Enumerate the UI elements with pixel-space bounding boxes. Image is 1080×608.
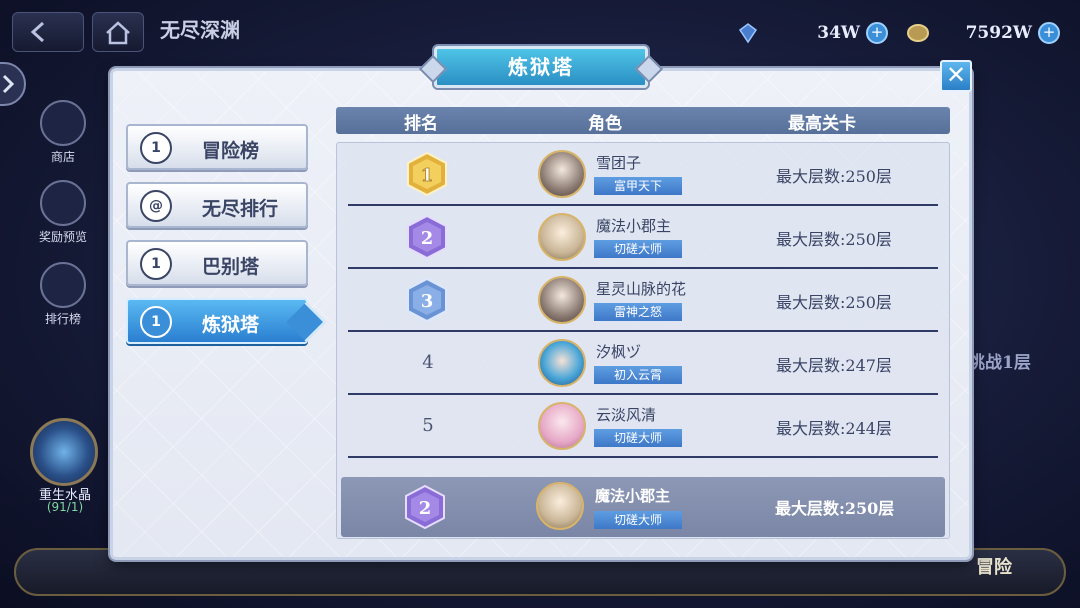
shop-icon bbox=[40, 100, 86, 146]
crystal-icon[interactable] bbox=[30, 418, 98, 486]
sidebar-item-shop[interactable]: 商店 bbox=[36, 100, 90, 165]
panel-title: 炼狱塔 bbox=[434, 46, 648, 88]
home-button[interactable] bbox=[92, 12, 144, 52]
back-button[interactable] bbox=[12, 12, 84, 52]
player-title-badge: 雷神之怒 bbox=[594, 303, 682, 321]
table-row[interactable]: 5 云淡风清 切磋大师 最大层数:244层 bbox=[348, 395, 938, 458]
player-title-badge: 富甲天下 bbox=[594, 177, 682, 195]
svg-text:2: 2 bbox=[419, 498, 432, 519]
tab-label: 无尽排行 bbox=[202, 198, 279, 220]
tab-adventure-rank[interactable]: 1 冒险榜 bbox=[126, 124, 308, 170]
leaderboard-icon bbox=[40, 262, 86, 308]
tab-endless-rank[interactable]: @ 无尽排行 bbox=[126, 182, 308, 228]
avatar[interactable] bbox=[538, 276, 586, 324]
crystal-count: (91/1) bbox=[46, 500, 84, 514]
my-rank-row: 2 魔法小郡主 切磋大师 最大层数:250层 bbox=[341, 477, 945, 537]
reward-preview-icon bbox=[40, 180, 86, 226]
purple-rank-badge-icon: 2 bbox=[405, 484, 445, 530]
rank-tab-icon: 1 bbox=[140, 132, 172, 164]
sidebar-item-leaderboard[interactable]: 排行榜 bbox=[36, 262, 90, 327]
challenge-hint: 挑战1层 bbox=[968, 353, 1031, 373]
player-name: 云淡风清 bbox=[596, 406, 657, 424]
avatar[interactable] bbox=[538, 150, 586, 198]
player-title-badge: 初入云霄 bbox=[594, 366, 682, 384]
max-floor: 最大层数:247层 bbox=[776, 356, 892, 375]
tab-label: 巴别塔 bbox=[202, 256, 260, 278]
table-row[interactable]: 2 魔法小郡主 切磋大师 最大层数:250层 bbox=[348, 206, 938, 269]
add-gem-button[interactable]: + bbox=[866, 22, 888, 44]
table-row[interactable]: 4 汐枫ヅ 初入云霄 最大层数:247层 bbox=[348, 332, 938, 395]
gem-amount: 34W bbox=[817, 23, 860, 43]
player-name: 星灵山脉的花 bbox=[596, 280, 687, 298]
max-floor: 最大层数:250层 bbox=[776, 167, 892, 186]
tab-purgatory-tower[interactable]: 1 炼狱塔 bbox=[126, 298, 308, 344]
player-name: 魔法小郡主 bbox=[596, 217, 672, 235]
player-title-badge: 切磋大师 bbox=[594, 240, 682, 258]
page-title: 无尽深渊 bbox=[160, 18, 240, 42]
avatar[interactable] bbox=[536, 482, 584, 530]
currency-gem: 34W + bbox=[736, 20, 888, 46]
player-name: 魔法小郡主 bbox=[595, 487, 671, 505]
home-icon bbox=[106, 21, 130, 45]
avatar[interactable] bbox=[538, 339, 586, 387]
rank-tab-icon: 1 bbox=[140, 248, 172, 280]
purple-rank-badge-icon: 2 bbox=[407, 214, 447, 260]
svg-text:1: 1 bbox=[421, 165, 434, 186]
column-header-character: 角色 bbox=[588, 114, 622, 134]
avatar[interactable] bbox=[538, 213, 586, 261]
svg-text:3: 3 bbox=[421, 291, 434, 312]
chevron-right-icon bbox=[2, 74, 15, 94]
avatar[interactable] bbox=[538, 402, 586, 450]
player-name: 汐枫ヅ bbox=[596, 343, 642, 361]
sidebar-label: 排行榜 bbox=[44, 312, 81, 326]
player-title-badge: 切磋大师 bbox=[594, 429, 682, 447]
svg-text:2: 2 bbox=[421, 228, 434, 249]
tab-label: 冒险榜 bbox=[202, 140, 260, 162]
max-floor: 最大层数:244层 bbox=[776, 419, 892, 438]
currency-coin: 7592W + bbox=[906, 20, 1060, 46]
gold-rank-badge-icon: 1 bbox=[407, 151, 447, 197]
tab-label: 炼狱塔 bbox=[202, 314, 260, 336]
add-coin-button[interactable]: + bbox=[1038, 22, 1060, 44]
player-title-badge: 切磋大师 bbox=[594, 511, 682, 529]
coin-icon bbox=[907, 24, 929, 42]
column-header-rank: 排名 bbox=[404, 114, 438, 134]
sidebar-label: 商店 bbox=[50, 150, 75, 164]
table-row[interactable]: 3 星灵山脉的花 雷神之怒 最大层数:250层 bbox=[348, 269, 938, 332]
blue-rank-badge-icon: 3 bbox=[407, 277, 447, 323]
max-floor: 最大层数:250层 bbox=[775, 499, 895, 518]
swirl-icon: @ bbox=[140, 190, 172, 222]
coin-amount: 7592W bbox=[965, 23, 1032, 43]
sidebar-label: 奖励预览 bbox=[38, 230, 87, 244]
back-arrow-icon bbox=[30, 21, 45, 43]
player-name: 雪团子 bbox=[596, 154, 642, 172]
adventure-nav-button[interactable]: 冒险 bbox=[976, 553, 1012, 579]
close-icon: ✕ bbox=[945, 61, 967, 89]
sidebar-item-reward-preview[interactable]: 奖励预览 bbox=[36, 180, 90, 245]
table-row[interactable]: 1 雪团子 富甲天下 最大层数:250层 bbox=[348, 143, 938, 206]
table-header: 排名 角色 最高关卡 bbox=[336, 107, 950, 134]
rank-number: 4 bbox=[422, 352, 434, 373]
column-header-highest-level: 最高关卡 bbox=[788, 114, 856, 134]
max-floor: 最大层数:250层 bbox=[776, 230, 892, 249]
max-floor: 最大层数:250层 bbox=[776, 293, 892, 312]
close-button[interactable]: ✕ bbox=[940, 60, 972, 92]
tab-babel-tower[interactable]: 1 巴别塔 bbox=[126, 240, 308, 286]
rank-tab-icon: 1 bbox=[140, 306, 172, 338]
gem-icon bbox=[738, 23, 758, 44]
rank-number: 5 bbox=[422, 415, 434, 436]
side-expand-button[interactable] bbox=[0, 62, 26, 106]
